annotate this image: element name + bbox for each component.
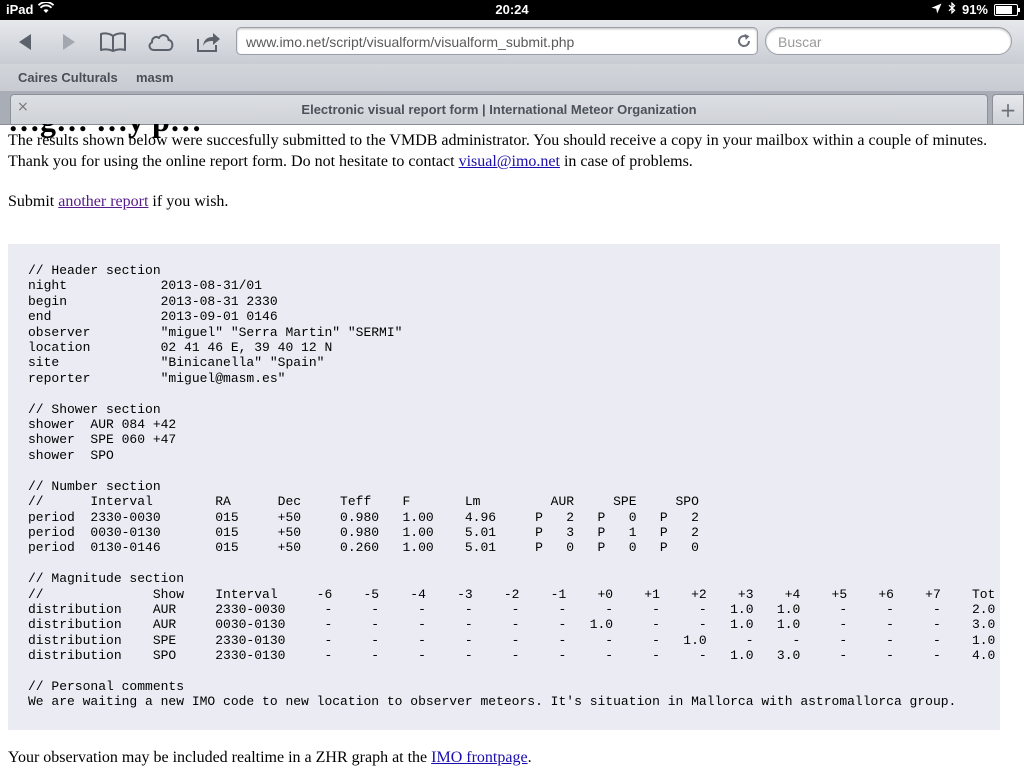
bluetooth-icon: [948, 1, 956, 17]
plus-icon: +: [999, 97, 1017, 122]
forward-arrow-icon: [63, 34, 75, 50]
tab-bar: × Electronic visual report form | Intern…: [0, 91, 1024, 125]
bookmark-caires-culturals[interactable]: Caires Culturals: [18, 70, 118, 85]
web-page: …g… …y p… The results shown below were s…: [0, 124, 1024, 768]
forward-button[interactable]: [54, 28, 84, 56]
battery-icon: [994, 3, 1020, 16]
bookmarks-button[interactable]: [98, 28, 128, 56]
reload-icon[interactable]: [735, 32, 753, 50]
address-bar[interactable]: www.imo.net/script/visualform/visualform…: [236, 27, 758, 55]
status-bar: iPad 20:24 91%: [0, 0, 1024, 20]
tab-active[interactable]: × Electronic visual report form | Intern…: [10, 94, 988, 124]
footer-prefix: Your observation may be included realtim…: [8, 749, 432, 766]
share-button[interactable]: [194, 28, 224, 56]
submit-prefix: Submit: [8, 193, 59, 210]
tab-title: Electronic visual report form | Internat…: [301, 102, 697, 117]
submit-suffix: if you wish.: [148, 193, 229, 210]
location-arrow-icon: [931, 2, 942, 17]
search-input[interactable]: [776, 32, 1005, 52]
back-button[interactable]: [10, 28, 40, 56]
battery-percent: 91%: [961, 2, 988, 17]
imo-frontpage-link[interactable]: IMO frontpage: [431, 749, 527, 766]
url-text[interactable]: www.imo.net/script/visualform/visualform…: [246, 34, 574, 50]
open-book-icon: [100, 32, 126, 52]
intro-paragraph: The results shown below were succesfully…: [8, 130, 1008, 172]
bookmarks-bar: Caires Culturals masm: [0, 64, 1024, 91]
back-arrow-icon: [19, 34, 31, 50]
contact-email-link[interactable]: visual@imo.net: [459, 153, 560, 170]
intro-suffix: in case of problems.: [559, 153, 693, 170]
share-arrow-icon: [197, 33, 220, 52]
browser-toolbar: www.imo.net/script/visualform/visualform…: [0, 20, 1024, 64]
submit-paragraph: Submit another report if you wish.: [8, 191, 1008, 212]
bookmark-masm[interactable]: masm: [136, 70, 174, 85]
clock: 20:24: [495, 2, 529, 17]
report-text: // Header section night 2013-08-31/01 be…: [28, 263, 996, 710]
icloud-tabs-button[interactable]: [146, 28, 176, 56]
search-bar[interactable]: [765, 27, 1012, 55]
footer-paragraph: Your observation may be included realtim…: [8, 747, 532, 768]
new-tab-button[interactable]: +: [992, 94, 1024, 124]
report-box: // Header section night 2013-08-31/01 be…: [8, 244, 1000, 730]
footer-suffix: .: [527, 749, 532, 766]
another-report-link[interactable]: another report: [58, 193, 148, 210]
cloud-icon: [148, 34, 174, 51]
status-right: 91%: [931, 1, 1020, 17]
